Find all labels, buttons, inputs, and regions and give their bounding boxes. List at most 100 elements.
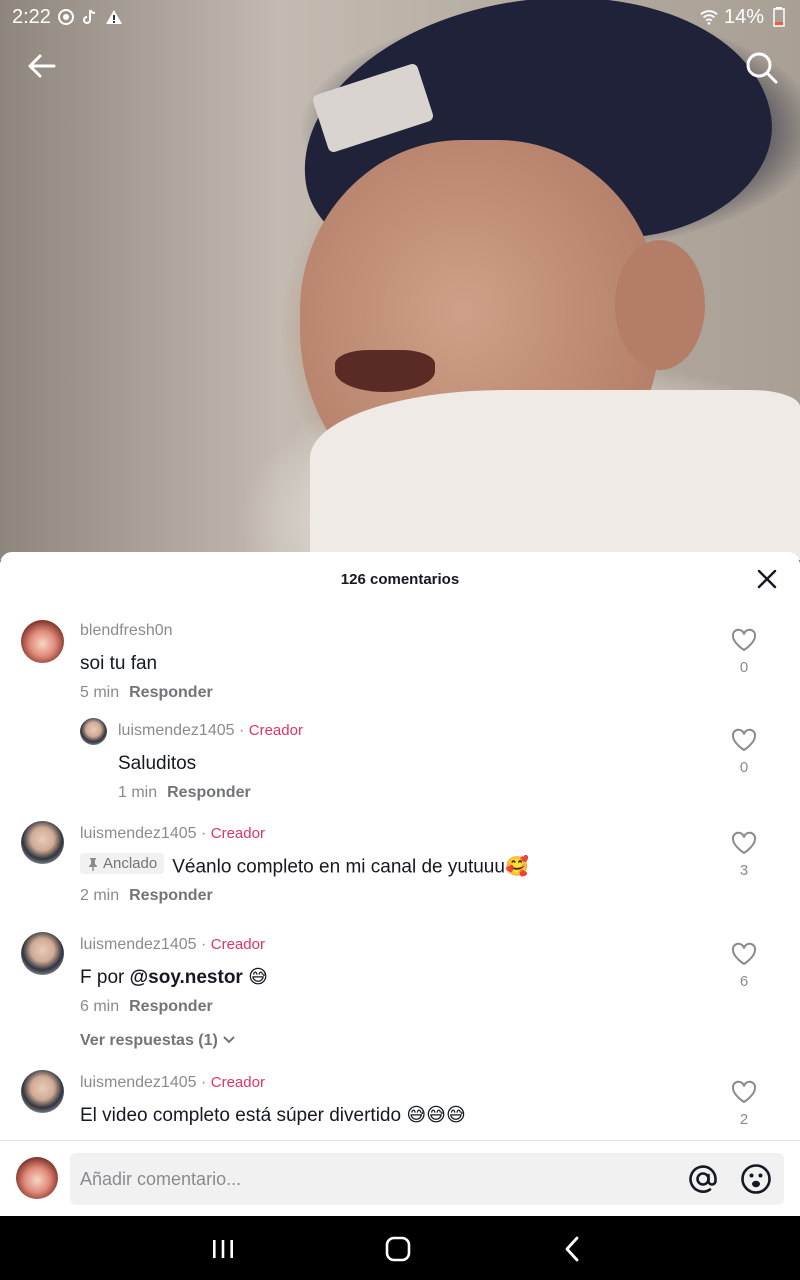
heart-icon: [731, 831, 757, 855]
battery-icon: [770, 7, 788, 27]
comment-item-pinned: luismendez1405 · Creador Anclado Véanlo …: [0, 817, 800, 917]
system-nav-bar: [0, 1216, 800, 1280]
back-icon: [565, 1236, 579, 1262]
mention-button[interactable]: [687, 1163, 719, 1195]
recents-button[interactable]: [208, 1234, 238, 1264]
comment-time: 1 min: [118, 784, 158, 801]
comment-username-line: luismendez1405 · Creador: [80, 1074, 265, 1091]
video-player[interactable]: [0, 0, 800, 560]
comment-emoji: 😅: [248, 966, 268, 988]
battery-percent: 14%: [723, 5, 764, 28]
mention-link[interactable]: @soy.nestor: [130, 967, 243, 988]
comment-meta: 5 min Responder: [80, 684, 213, 702]
comment-time: 5 min: [80, 684, 120, 701]
view-replies-button[interactable]: Ver respuestas (1): [80, 1032, 236, 1050]
comment-text-line: F por @soy.nestor 😅: [80, 966, 268, 989]
wifi-icon: [700, 8, 718, 26]
comment-text: soi tu fan: [80, 653, 158, 674]
at-icon: [689, 1165, 717, 1193]
reply-button[interactable]: Responder: [129, 684, 213, 701]
heart-icon: [731, 1080, 757, 1104]
comment-meta: 6 min Responder: [80, 998, 213, 1016]
comment-field[interactable]: [70, 1153, 784, 1205]
comment-time: 6 min: [80, 998, 120, 1015]
my-avatar: [16, 1157, 58, 1199]
reply-button[interactable]: Responder: [129, 998, 213, 1015]
like-button[interactable]: 0: [729, 728, 759, 776]
avatar[interactable]: [21, 821, 64, 864]
home-button[interactable]: [383, 1234, 413, 1264]
avatar[interactable]: [80, 718, 107, 745]
like-count: 0: [739, 659, 749, 676]
creator-badge: Creador: [210, 825, 265, 842]
creator-badge: Creador: [248, 722, 303, 739]
back-button[interactable]: [24, 48, 60, 84]
comment-meta: 1 min Responder: [118, 784, 251, 802]
comment-text: Saluditos: [118, 753, 197, 774]
like-button[interactable]: 3: [729, 831, 759, 879]
comment-username[interactable]: luismendez1405: [80, 825, 197, 842]
like-button[interactable]: 2: [729, 1080, 759, 1128]
avatar[interactable]: [21, 1070, 64, 1113]
comment-username-line: luismendez1405 · Creador: [80, 825, 265, 842]
comment-text: F por: [80, 967, 130, 988]
search-button[interactable]: [742, 48, 780, 86]
video-ear: [615, 240, 705, 370]
comment-emoji: 🥰: [504, 855, 529, 878]
tiktok-icon: [81, 8, 99, 26]
view-replies-label: Ver respuestas (1): [80, 1032, 218, 1049]
like-count: 2: [739, 1111, 749, 1128]
close-button[interactable]: [756, 568, 778, 590]
comment-input[interactable]: [80, 1153, 670, 1205]
like-count: 6: [739, 973, 749, 990]
video-mouth: [335, 350, 435, 392]
comment-time: 2 min: [80, 887, 120, 904]
reply-username-line: luismendez1405 · Creador: [118, 722, 303, 739]
comment-username[interactable]: luismendez1405: [80, 1074, 197, 1091]
comment-item: blendfresh0n soi tu fan 5 min Responder 0: [0, 614, 800, 714]
video-hoodie: [310, 390, 800, 560]
comment-text: Véanlo completo en mi canal de yutuuu: [172, 856, 505, 878]
comments-sheet: 126 comentarios blendfresh0n soi tu fan …: [0, 552, 800, 1216]
pinned-label: Anclado: [103, 855, 158, 872]
comment-username[interactable]: blendfresh0n: [80, 622, 173, 640]
reply-item: luismendez1405 · Creador Saluditos 1 min…: [0, 714, 800, 814]
close-icon: [757, 569, 777, 589]
creator-badge: Creador: [210, 936, 265, 953]
pinned-badge: Anclado: [80, 853, 165, 874]
comment-username[interactable]: luismendez1405: [118, 722, 235, 739]
like-button[interactable]: 0: [729, 628, 759, 676]
comment-username-line: luismendez1405 · Creador: [80, 936, 265, 953]
nav-back-button[interactable]: [558, 1234, 588, 1264]
arrow-left-icon: [28, 54, 56, 78]
comment-username[interactable]: luismendez1405: [80, 936, 197, 953]
heart-icon: [731, 628, 757, 652]
chevron-down-icon: [223, 1036, 236, 1044]
comment-item: luismendez1405 · Creador El video comple…: [0, 1066, 800, 1146]
comment-text: El video completo está súper divertido: [80, 1105, 402, 1126]
warning-icon: [105, 8, 123, 26]
avatar[interactable]: [21, 932, 64, 975]
reply-button[interactable]: Responder: [167, 784, 251, 801]
target-icon: [57, 8, 75, 26]
like-count: 3: [739, 862, 749, 879]
comment-text-line: El video completo está súper divertido 😅…: [80, 1104, 466, 1127]
comment-text-line: Anclado Véanlo completo en mi canal de y…: [80, 853, 529, 879]
comment-item: luismendez1405 · Creador F por @soy.nest…: [0, 928, 800, 1058]
status-bar: 2:22 14%: [0, 0, 800, 34]
like-count: 0: [739, 759, 749, 776]
pin-icon: [89, 857, 97, 871]
creator-badge: Creador: [210, 1074, 265, 1091]
heart-icon: [731, 942, 757, 966]
comment-input-bar: [0, 1140, 800, 1216]
comment-emoji: 😅😅😅: [406, 1104, 466, 1126]
recents-icon: [213, 1240, 233, 1258]
avatar[interactable]: [21, 620, 64, 663]
comments-count-title: 126 comentarios: [340, 570, 460, 588]
like-button[interactable]: 6: [729, 942, 759, 990]
reply-button[interactable]: Responder: [129, 887, 213, 904]
heart-icon: [731, 728, 757, 752]
smiley-icon: [741, 1164, 771, 1194]
emoji-button[interactable]: [740, 1163, 772, 1195]
status-time: 2:22: [12, 5, 51, 28]
